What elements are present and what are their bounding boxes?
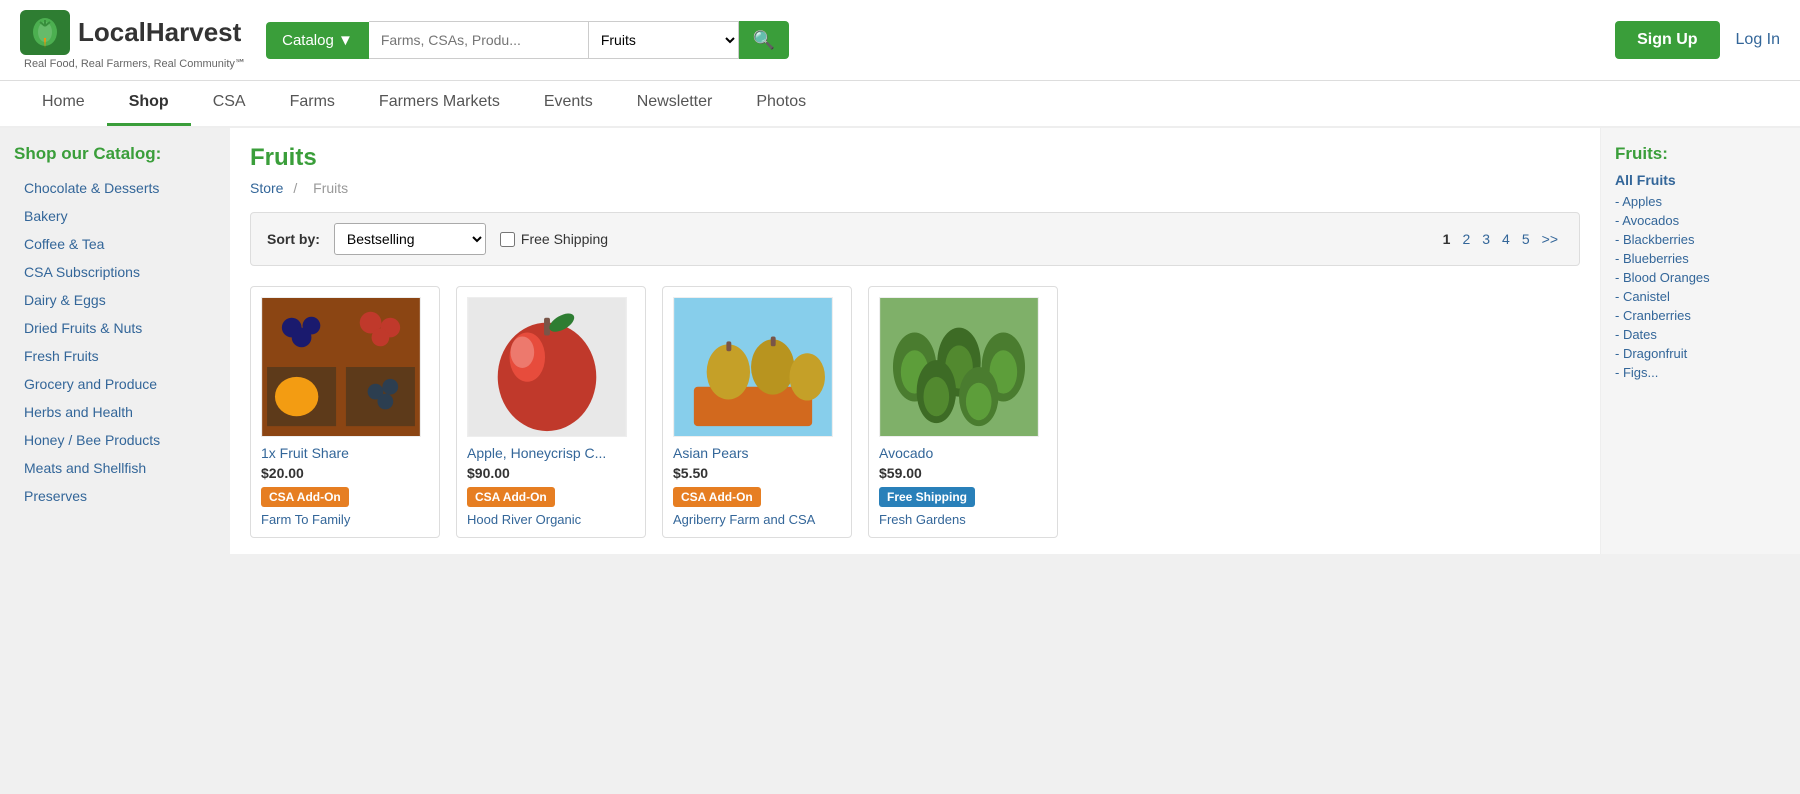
fruit-item-blood-oranges[interactable]: - Blood Oranges [1615,268,1786,287]
sidebar-item-dairy[interactable]: Dairy & Eggs [14,286,216,314]
fruit-item-figs[interactable]: - Figs... [1615,363,1786,382]
breadcrumb-current: Fruits [313,180,348,196]
fruit-item-apples[interactable]: - Apples [1615,192,1786,211]
page-next[interactable]: >> [1537,229,1563,249]
fruits-sidebar-title: Fruits: [1615,144,1786,164]
logo-icon [20,10,70,55]
sidebar-item-csa[interactable]: CSA Subscriptions [14,258,216,286]
product-card-apple[interactable]: Apple, Honeycrisp C... $90.00 CSA Add-On… [456,286,646,538]
catalog-button[interactable]: Catalog ▼ [266,22,369,59]
header: LocalHarvest Real Food, Real Farmers, Re… [0,0,1800,81]
search-button[interactable]: 🔍 [739,21,789,59]
product-card-avocado[interactable]: Avocado $59.00 Free Shipping Fresh Garde… [868,286,1058,538]
search-input[interactable] [369,21,589,59]
sort-bar: Sort by: Bestselling Price: Low to High … [250,212,1580,266]
page-title: Fruits [250,144,1580,172]
fruit-item-canistel[interactable]: - Canistel [1615,287,1786,306]
fruit-item-blackberries[interactable]: - Blackberries [1615,230,1786,249]
nav-home[interactable]: Home [20,81,107,126]
fruit-item-avocados[interactable]: - Avocados [1615,211,1786,230]
product-card-fruit-share[interactable]: 1x Fruit Share $20.00 CSA Add-On Farm To… [250,286,440,538]
logo-text: LocalHarvest [78,17,241,48]
fruit-item-cranberries[interactable]: - Cranberries [1615,306,1786,325]
fruit-item-dragonfruit[interactable]: - Dragonfruit [1615,344,1786,363]
product-name-avocado: Avocado [879,445,1047,461]
sidebar-title: Shop our Catalog: [14,144,216,164]
content: Fruits Store / Fruits Sort by: Bestselli… [230,128,1600,554]
product-price-pears: $5.50 [673,465,841,481]
breadcrumb-separator: / [293,180,301,196]
nav: Home Shop CSA Farms Farmers Markets Even… [0,81,1800,128]
sidebar-item-chocolate[interactable]: Chocolate & Desserts [14,174,216,202]
product-badge-pears: CSA Add-On [673,487,761,507]
product-badge-fruit-share: CSA Add-On [261,487,349,507]
signup-button[interactable]: Sign Up [1615,21,1719,59]
sidebar-item-preserves[interactable]: Preserves [14,482,216,510]
right-sidebar: Fruits: All Fruits - Apples - Avocados -… [1600,128,1800,554]
category-select[interactable]: Fruits Vegetables Dairy Meats Bakery [589,21,739,59]
nav-shop[interactable]: Shop [107,81,191,126]
fruit-item-dates[interactable]: - Dates [1615,325,1786,344]
all-fruits-link[interactable]: All Fruits [1615,172,1786,188]
tagline: Real Food, Real Farmers, Real Community℠ [20,57,246,70]
search-area: Catalog ▼ Fruits Vegetables Dairy Meats … [266,21,866,59]
sidebar-item-coffee[interactable]: Coffee & Tea [14,230,216,258]
free-shipping-input[interactable] [500,232,515,247]
product-price-apple: $90.00 [467,465,635,481]
logo-area: LocalHarvest Real Food, Real Farmers, Re… [20,10,246,70]
sidebar-item-bakery[interactable]: Bakery [14,202,216,230]
product-seller-apple[interactable]: Hood River Organic [467,512,581,527]
page-1[interactable]: 1 [1438,229,1456,249]
product-card-pears[interactable]: Asian Pears $5.50 CSA Add-On Agriberry F… [662,286,852,538]
free-shipping-checkbox[interactable]: Free Shipping [500,231,608,247]
product-price-avocado: $59.00 [879,465,1047,481]
breadcrumb: Store / Fruits [250,180,1580,196]
product-image-avocado [879,297,1039,437]
sort-select[interactable]: Bestselling Price: Low to High Price: Hi… [334,223,486,255]
auth-area: Sign Up Log In [1615,21,1780,59]
main-layout: Shop our Catalog: Chocolate & Desserts B… [0,128,1800,554]
sidebar-item-herbs[interactable]: Herbs and Health [14,398,216,426]
page-5[interactable]: 5 [1517,229,1535,249]
product-image-pears [673,297,833,437]
product-image-fruit-share [261,297,421,437]
product-grid: 1x Fruit Share $20.00 CSA Add-On Farm To… [250,286,1580,538]
product-price-fruit-share: $20.00 [261,465,429,481]
nav-farms[interactable]: Farms [268,81,357,126]
nav-csa[interactable]: CSA [191,81,268,126]
breadcrumb-store[interactable]: Store [250,180,283,196]
nav-newsletter[interactable]: Newsletter [615,81,735,126]
product-image-apple [467,297,627,437]
product-seller-fruit-share[interactable]: Farm To Family [261,512,350,527]
sort-label: Sort by: [267,231,320,247]
sidebar: Shop our Catalog: Chocolate & Desserts B… [0,128,230,554]
product-name-fruit-share: 1x Fruit Share [261,445,429,461]
logo-row: LocalHarvest [20,10,246,55]
sidebar-item-grocery[interactable]: Grocery and Produce [14,370,216,398]
fruit-item-blueberries[interactable]: - Blueberries [1615,249,1786,268]
product-badge-apple: CSA Add-On [467,487,555,507]
sidebar-item-dried[interactable]: Dried Fruits & Nuts [14,314,216,342]
product-name-pears: Asian Pears [673,445,841,461]
sidebar-item-honey[interactable]: Honey / Bee Products [14,426,216,454]
page-3[interactable]: 3 [1477,229,1495,249]
sidebar-item-meats[interactable]: Meats and Shellfish [14,454,216,482]
product-badge-avocado: Free Shipping [879,487,975,507]
login-link[interactable]: Log In [1736,31,1780,49]
page-2[interactable]: 2 [1457,229,1475,249]
page-4[interactable]: 4 [1497,229,1515,249]
product-seller-pears[interactable]: Agriberry Farm and CSA [673,512,815,527]
free-shipping-label: Free Shipping [521,231,608,247]
nav-events[interactable]: Events [522,81,615,126]
product-name-apple: Apple, Honeycrisp C... [467,445,635,461]
nav-photos[interactable]: Photos [734,81,828,126]
nav-farmers-markets[interactable]: Farmers Markets [357,81,522,126]
sidebar-item-fresh-fruits[interactable]: Fresh Fruits [14,342,216,370]
product-seller-avocado[interactable]: Fresh Gardens [879,512,966,527]
pagination: 1 2 3 4 5 >> [1438,229,1563,249]
